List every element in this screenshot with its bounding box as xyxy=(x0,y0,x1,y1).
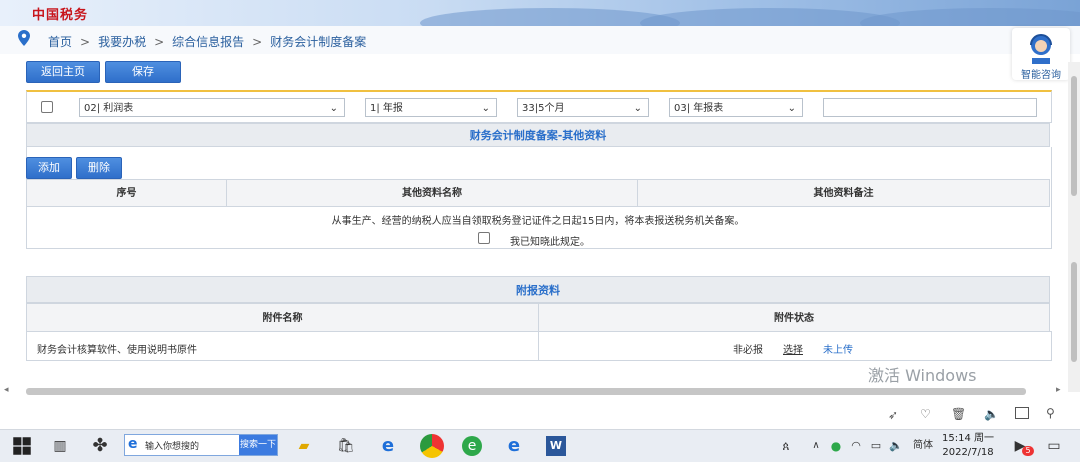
choose-file-link[interactable]: 选择 xyxy=(783,341,803,356)
wifi-icon[interactable]: ◠ xyxy=(846,436,866,456)
notification-badge: 5 xyxy=(1022,446,1034,456)
upload-status: 未上传 xyxy=(823,345,853,356)
chevron-down-icon: ⌄ xyxy=(787,103,796,114)
store-icon[interactable]: 🛍 xyxy=(336,436,356,456)
zoom-icon[interactable]: ⚲ xyxy=(1046,406,1055,420)
battery-icon[interactable]: ▭ xyxy=(866,436,886,456)
remark-input[interactable] xyxy=(823,98,1037,117)
chevron-down-icon: ⌄ xyxy=(329,103,338,114)
banner-hill xyxy=(860,8,1080,26)
trash-icon[interactable]: 🗑 xyxy=(951,407,966,421)
scroll-right-icon[interactable]: ▸ xyxy=(1056,385,1061,395)
other-materials-title: 财务会计制度备案-其他资料 xyxy=(26,123,1050,147)
delete-button[interactable]: 删除 xyxy=(76,157,122,179)
acknowledge-checkbox[interactable] xyxy=(478,232,490,244)
months-select[interactable]: 33|5个月 ⌄ xyxy=(517,98,649,117)
chevron-up-icon[interactable]: ∧ xyxy=(806,436,826,456)
report-type-value: 02| 利润表 xyxy=(84,103,134,114)
taskbar: ▥ ✤ e 输入你想搜的 搜索一下 ▰ 🛍 e e e W ጰ ∧ ● ◠ ▭ … xyxy=(0,429,1080,462)
report-form-select[interactable]: 03| 年报表 ⌄ xyxy=(669,98,803,117)
breadcrumb-separator: > xyxy=(252,35,263,49)
period-select[interactable]: 1| 年报 ⌄ xyxy=(365,98,497,117)
clock-time: 15:14 周一 xyxy=(942,433,994,444)
breadcrumb-home[interactable]: 首页 xyxy=(48,35,72,49)
report-row: 02| 利润表 ⌄ 1| 年报 ⌄ 33|5个月 ⌄ 03| 年报表 ⌄ xyxy=(26,90,1052,123)
pinwheel-app-icon[interactable]: ✤ xyxy=(90,436,110,456)
people-icon[interactable]: ጰ xyxy=(776,436,796,456)
security-icon[interactable]: ● xyxy=(826,436,846,456)
site-logo[interactable]: 中国税务 xyxy=(32,4,88,23)
vertical-scrollbar[interactable] xyxy=(1068,62,1080,392)
scroll-thumb[interactable] xyxy=(26,388,1026,395)
edge-icon[interactable]: e xyxy=(504,436,524,456)
scroll-left-icon[interactable]: ◂ xyxy=(4,385,9,395)
breadcrumb-current: 财务会计制度备案 xyxy=(270,35,367,49)
breadcrumb-tax[interactable]: 我要办税 xyxy=(98,35,146,49)
chevron-down-icon: ⌄ xyxy=(481,103,490,114)
browser-360-icon[interactable]: e xyxy=(462,436,482,456)
taskbar-search[interactable]: e 输入你想搜的 搜索一下 xyxy=(124,434,278,456)
speaker-icon[interactable]: 🔈 xyxy=(984,407,999,421)
activation-watermark: 激活 Windows xyxy=(868,366,977,385)
volume-icon[interactable]: 🔈 xyxy=(886,436,906,456)
customer-service-icon xyxy=(1030,34,1052,64)
system-clock[interactable]: 15:14 周一 2022/7/18 xyxy=(938,432,998,460)
smart-consult-widget[interactable]: 智能咨询 xyxy=(1012,28,1070,81)
breadcrumb-info-report[interactable]: 综合信息报告 xyxy=(172,35,244,49)
search-button[interactable]: 搜索一下 xyxy=(239,435,277,455)
report-form-value: 03| 年报表 xyxy=(674,103,724,114)
ime-indicator[interactable]: 简体 xyxy=(910,436,936,456)
scroll-thumb[interactable] xyxy=(1071,76,1077,196)
attachment-name: 财务会计核算软件、使用说明书原件 xyxy=(37,345,197,356)
rocket-icon[interactable]: ➶ xyxy=(888,408,898,422)
column-header-attachment-status: 附件状态 xyxy=(538,303,1050,332)
chevron-down-icon: ⌄ xyxy=(633,103,642,114)
period-value: 1| 年报 xyxy=(370,103,403,114)
browser-statusbar: ➶ ♡ 🗑 🔈 ⚲ xyxy=(0,399,1080,429)
column-header-index: 序号 xyxy=(26,179,227,207)
back-home-button[interactable]: 返回主页 xyxy=(26,61,100,83)
acknowledge-label: 我已知晓此规定。 xyxy=(510,237,590,248)
window-icon[interactable] xyxy=(1015,407,1029,419)
add-button[interactable]: 添加 xyxy=(26,157,72,179)
column-header-material-name: 其他资料名称 xyxy=(226,179,638,207)
chrome-icon[interactable] xyxy=(420,434,444,458)
word-icon[interactable]: W xyxy=(546,436,566,456)
save-button[interactable]: 保存 xyxy=(105,61,181,83)
scroll-thumb[interactable] xyxy=(1071,262,1077,362)
location-pin-icon xyxy=(18,30,30,46)
top-banner: 中国税务 xyxy=(0,0,1080,26)
table-row: 财务会计核算软件、使用说明书原件 非必报 选择 未上传 xyxy=(26,331,1052,361)
column-header-material-remark: 其他资料备注 xyxy=(637,179,1050,207)
action-center-icon[interactable]: ▭ xyxy=(1044,436,1064,456)
ie-icon: e xyxy=(128,436,138,452)
attachment-title: 附报资料 xyxy=(26,276,1050,303)
row-checkbox[interactable] xyxy=(41,101,53,113)
breadcrumb-separator: > xyxy=(154,35,165,49)
smart-consult-label: 智能咨询 xyxy=(1021,70,1061,81)
task-view-icon[interactable]: ▥ xyxy=(50,436,70,456)
search-input[interactable]: 输入你想搜的 xyxy=(145,439,199,452)
column-divider xyxy=(538,332,539,360)
heart-icon[interactable]: ♡ xyxy=(920,407,931,421)
breadcrumb: 首页 > 我要办税 > 综合信息报告 > 财务会计制度备案 xyxy=(48,33,374,50)
ie-browser-icon[interactable]: e xyxy=(378,436,398,456)
filing-notice: 从事生产、经营的纳税人应当自领取税务登记证件之日起15日内，将本表报送税务机关备… xyxy=(331,216,745,227)
report-type-select[interactable]: 02| 利润表 ⌄ xyxy=(79,98,345,117)
file-explorer-icon[interactable]: ▰ xyxy=(294,436,314,456)
months-value: 33|5个月 xyxy=(522,103,565,114)
breadcrumb-separator: > xyxy=(80,35,91,49)
windows-start-icon[interactable] xyxy=(12,436,32,456)
required-flag: 非必报 xyxy=(733,345,763,356)
clock-date: 2022/7/18 xyxy=(942,447,994,458)
column-header-attachment-name: 附件名称 xyxy=(26,303,539,332)
